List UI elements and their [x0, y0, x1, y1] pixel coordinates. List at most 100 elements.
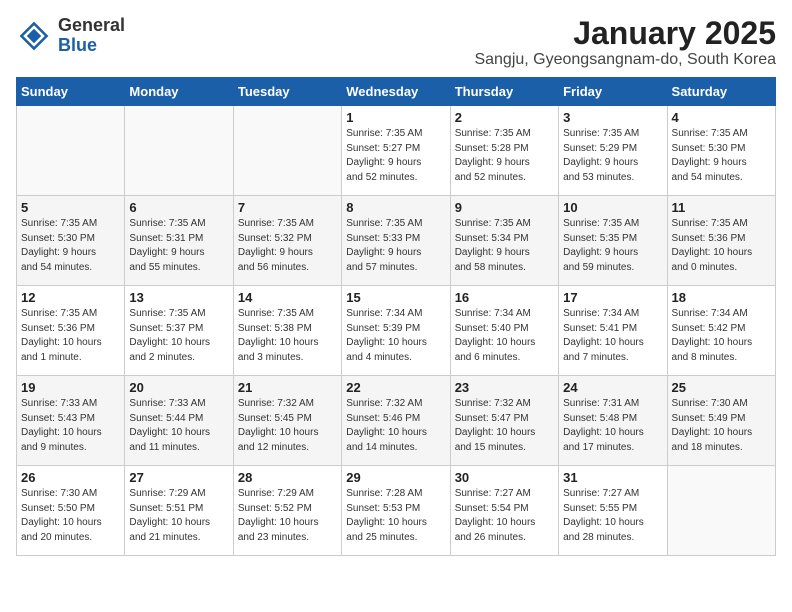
weekday-header-row: SundayMondayTuesdayWednesdayThursdayFrid…: [17, 78, 776, 106]
day-number: 21: [238, 380, 337, 395]
calendar-cell: 10Sunrise: 7:35 AM Sunset: 5:35 PM Dayli…: [559, 196, 667, 286]
day-number: 7: [238, 200, 337, 215]
day-info: Sunrise: 7:34 AM Sunset: 5:39 PM Dayligh…: [346, 307, 445, 365]
day-number: 1: [346, 110, 445, 125]
calendar-cell: 11 Sunrise: 7:35 AM Sunset: 5:36 PM Dayli…: [667, 196, 775, 286]
calendar-cell: [667, 466, 775, 556]
weekday-header-friday: Friday: [559, 78, 667, 106]
day-info: Sunrise: 7:29 AM Sunset: 5:52 PM Dayligh…: [238, 487, 337, 545]
day-info: Sunrise: 7:34 AM Sunset: 5:42 PM Dayligh…: [672, 307, 771, 365]
month-title: January 2025: [474, 16, 776, 51]
day-number: 31: [563, 470, 662, 485]
calendar-cell: 7 Sunrise: 7:35 AM Sunset: 5:32 PM Daylig…: [233, 196, 341, 286]
calendar-cell: 3Sunrise: 7:35 AM Sunset: 5:29 PM Daylig…: [559, 106, 667, 196]
calendar-table: SundayMondayTuesdayWednesdayThursdayFrid…: [16, 77, 776, 556]
calendar-cell: 29 Sunrise: 7:28 AM Sunset: 5:53 PM Dayli…: [342, 466, 450, 556]
calendar-cell: 2Sunrise: 7:35 AM Sunset: 5:28 PM Daylig…: [450, 106, 558, 196]
weekday-header-saturday: Saturday: [667, 78, 775, 106]
logo-blue: Blue: [58, 35, 97, 55]
calendar-week-4: 19Sunrise: 7:33 AM Sunset: 5:43 PM Dayli…: [17, 376, 776, 466]
day-info: Sunrise: 7:35 AM Sunset: 5:36 PM Dayligh…: [21, 307, 120, 365]
day-info: Sunrise: 7:29 AM Sunset: 5:51 PM Dayligh…: [129, 487, 228, 545]
day-info: Sunrise: 7:33 AM Sunset: 5:44 PM Dayligh…: [129, 397, 228, 455]
day-number: 4: [672, 110, 771, 125]
day-number: 11: [672, 200, 771, 215]
day-number: 22: [346, 380, 445, 395]
day-number: 16: [455, 290, 554, 305]
calendar-cell: 5Sunrise: 7:35 AM Sunset: 5:30 PM Daylig…: [17, 196, 125, 286]
weekday-header-monday: Monday: [125, 78, 233, 106]
day-number: 9: [455, 200, 554, 215]
day-info: Sunrise: 7:35 AM Sunset: 5:30 PM Dayligh…: [21, 217, 120, 275]
calendar-week-5: 26 Sunrise: 7:30 AM Sunset: 5:50 PM Dayli…: [17, 466, 776, 556]
day-number: 2: [455, 110, 554, 125]
day-number: 23: [455, 380, 554, 395]
logo-icon: [16, 18, 52, 54]
day-info: Sunrise: 7:35 AM Sunset: 5:27 PM Dayligh…: [346, 127, 445, 185]
calendar-week-1: 1 Sunrise: 7:35 AM Sunset: 5:27 PM Daylig…: [17, 106, 776, 196]
calendar-cell: 31Sunrise: 7:27 AM Sunset: 5:55 PM Dayli…: [559, 466, 667, 556]
calendar-cell: 24Sunrise: 7:31 AM Sunset: 5:48 PM Dayli…: [559, 376, 667, 466]
title-block: January 2025 Sangju, Gyeongsangnam-do, S…: [474, 16, 776, 69]
day-number: 14: [238, 290, 337, 305]
day-info: Sunrise: 7:35 AM Sunset: 5:30 PM Dayligh…: [672, 127, 771, 185]
calendar-cell: 23 Sunrise: 7:32 AM Sunset: 5:47 PM Dayli…: [450, 376, 558, 466]
logo-general: General: [58, 15, 125, 35]
calendar-cell: [17, 106, 125, 196]
calendar-cell: 22Sunrise: 7:32 AM Sunset: 5:46 PM Dayli…: [342, 376, 450, 466]
day-info: Sunrise: 7:35 AM Sunset: 5:38 PM Dayligh…: [238, 307, 337, 365]
calendar-cell: 1 Sunrise: 7:35 AM Sunset: 5:27 PM Daylig…: [342, 106, 450, 196]
day-number: 27: [129, 470, 228, 485]
day-info: Sunrise: 7:30 AM Sunset: 5:50 PM Dayligh…: [21, 487, 120, 545]
day-number: 29: [346, 470, 445, 485]
calendar-cell: 9 Sunrise: 7:35 AM Sunset: 5:34 PM Daylig…: [450, 196, 558, 286]
day-info: Sunrise: 7:30 AM Sunset: 5:49 PM Dayligh…: [672, 397, 771, 455]
calendar-cell: 20Sunrise: 7:33 AM Sunset: 5:44 PM Dayli…: [125, 376, 233, 466]
day-info: Sunrise: 7:35 AM Sunset: 5:31 PM Dayligh…: [129, 217, 228, 275]
day-info: Sunrise: 7:27 AM Sunset: 5:54 PM Dayligh…: [455, 487, 554, 545]
day-number: 10: [563, 200, 662, 215]
day-info: Sunrise: 7:35 AM Sunset: 5:36 PM Dayligh…: [672, 217, 771, 275]
calendar-cell: 6Sunrise: 7:35 AM Sunset: 5:31 PM Daylig…: [125, 196, 233, 286]
day-info: Sunrise: 7:35 AM Sunset: 5:37 PM Dayligh…: [129, 307, 228, 365]
day-number: 28: [238, 470, 337, 485]
day-info: Sunrise: 7:31 AM Sunset: 5:48 PM Dayligh…: [563, 397, 662, 455]
calendar-cell: 8 Sunrise: 7:35 AM Sunset: 5:33 PM Daylig…: [342, 196, 450, 286]
logo-text: General Blue: [58, 16, 125, 56]
calendar-cell: 4 Sunrise: 7:35 AM Sunset: 5:30 PM Daylig…: [667, 106, 775, 196]
day-number: 30: [455, 470, 554, 485]
day-info: Sunrise: 7:35 AM Sunset: 5:33 PM Dayligh…: [346, 217, 445, 275]
day-number: 8: [346, 200, 445, 215]
calendar-cell: 18 Sunrise: 7:34 AM Sunset: 5:42 PM Dayli…: [667, 286, 775, 376]
calendar-cell: 17 Sunrise: 7:34 AM Sunset: 5:41 PM Dayli…: [559, 286, 667, 376]
calendar-cell: [233, 106, 341, 196]
day-info: Sunrise: 7:28 AM Sunset: 5:53 PM Dayligh…: [346, 487, 445, 545]
day-number: 13: [129, 290, 228, 305]
calendar-cell: 15 Sunrise: 7:34 AM Sunset: 5:39 PM Dayli…: [342, 286, 450, 376]
day-info: Sunrise: 7:35 AM Sunset: 5:32 PM Dayligh…: [238, 217, 337, 275]
day-number: 17: [563, 290, 662, 305]
day-info: Sunrise: 7:34 AM Sunset: 5:41 PM Dayligh…: [563, 307, 662, 365]
calendar-cell: 13 Sunrise: 7:35 AM Sunset: 5:37 PM Dayli…: [125, 286, 233, 376]
calendar-cell: 28 Sunrise: 7:29 AM Sunset: 5:52 PM Dayli…: [233, 466, 341, 556]
day-number: 25: [672, 380, 771, 395]
day-number: 18: [672, 290, 771, 305]
logo: General Blue: [16, 16, 125, 56]
day-info: Sunrise: 7:32 AM Sunset: 5:47 PM Dayligh…: [455, 397, 554, 455]
day-number: 26: [21, 470, 120, 485]
calendar-cell: 27 Sunrise: 7:29 AM Sunset: 5:51 PM Dayli…: [125, 466, 233, 556]
day-info: Sunrise: 7:34 AM Sunset: 5:40 PM Dayligh…: [455, 307, 554, 365]
calendar-cell: 12 Sunrise: 7:35 AM Sunset: 5:36 PM Dayli…: [17, 286, 125, 376]
day-number: 12: [21, 290, 120, 305]
calendar-cell: 26 Sunrise: 7:30 AM Sunset: 5:50 PM Dayli…: [17, 466, 125, 556]
weekday-header-wednesday: Wednesday: [342, 78, 450, 106]
calendar-cell: 25 Sunrise: 7:30 AM Sunset: 5:49 PM Dayli…: [667, 376, 775, 466]
day-number: 3: [563, 110, 662, 125]
calendar-week-3: 12 Sunrise: 7:35 AM Sunset: 5:36 PM Dayli…: [17, 286, 776, 376]
location-subtitle: Sangju, Gyeongsangnam-do, South Korea: [474, 51, 776, 69]
day-info: Sunrise: 7:33 AM Sunset: 5:43 PM Dayligh…: [21, 397, 120, 455]
weekday-header-tuesday: Tuesday: [233, 78, 341, 106]
weekday-header-thursday: Thursday: [450, 78, 558, 106]
day-info: Sunrise: 7:35 AM Sunset: 5:34 PM Dayligh…: [455, 217, 554, 275]
day-number: 15: [346, 290, 445, 305]
